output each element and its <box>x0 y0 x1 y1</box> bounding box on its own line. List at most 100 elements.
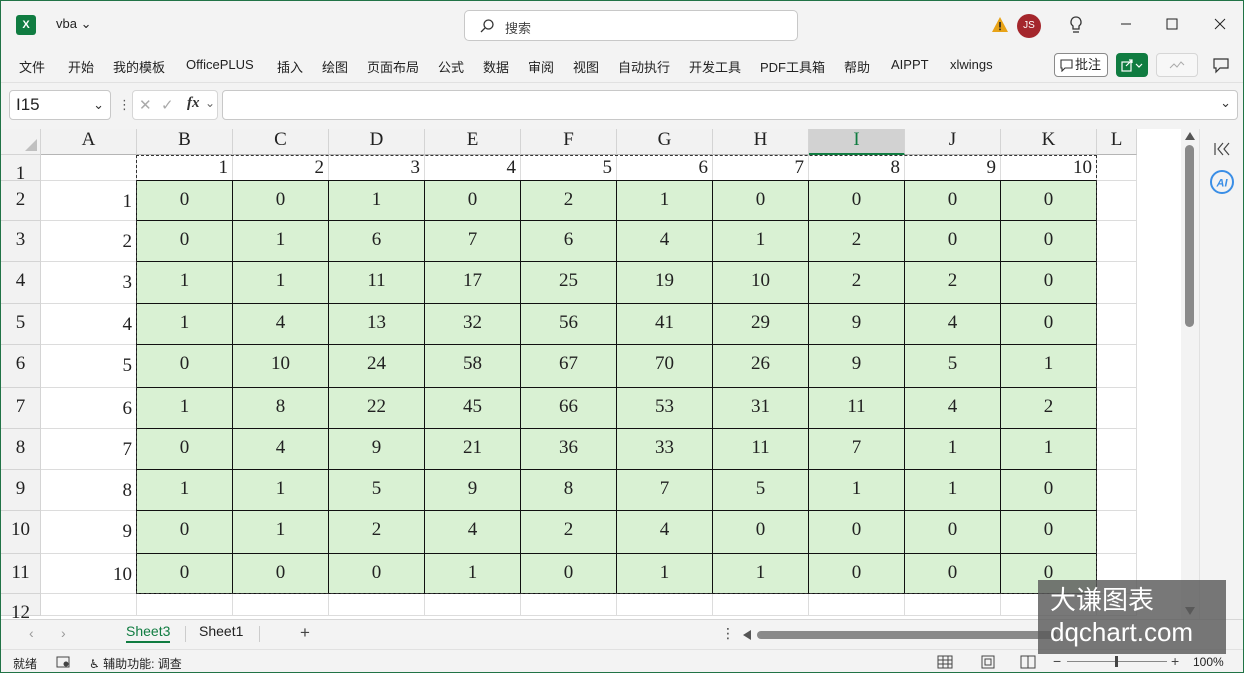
matrix-cell[interactable]: 0 <box>232 180 329 221</box>
worksheet-grid[interactable]: A B C D E F G H I J K L 1 2 3 4 5 6 7 8 9 10 11 12 1 2 3 4 5 6 7 8 9 10 1 2… <box>1 129 1181 619</box>
matrix-cell[interactable]: 1 <box>136 261 233 304</box>
row-header[interactable]: 10 <box>1 511 41 554</box>
matrix-cell[interactable]: 70 <box>616 344 713 388</box>
matrix-cell[interactable]: 9 <box>328 428 425 470</box>
matrix-cell[interactable]: 1 <box>232 469 329 511</box>
matrix-cell[interactable]: 0 <box>1000 180 1097 221</box>
row-header[interactable]: 9 <box>1 470 41 511</box>
matrix-cell[interactable]: 11 <box>712 428 809 470</box>
search-box[interactable]: 搜索 <box>464 10 798 41</box>
tab-help[interactable]: 帮助 <box>844 57 870 76</box>
matrix-cell[interactable]: 1 <box>232 510 329 554</box>
matrix-cell[interactable]: 0 <box>1000 510 1097 554</box>
matrix-cell[interactable]: 6 <box>520 220 617 262</box>
tab-file[interactable]: 文件 <box>19 57 45 76</box>
row-header[interactable]: 12 <box>1 594 41 619</box>
matrix-cell[interactable]: 1 <box>1000 428 1097 470</box>
matrix-cell[interactable]: 11 <box>328 261 425 304</box>
matrix-cell[interactable]: 1 <box>136 469 233 511</box>
matrix-cell[interactable]: 2 <box>808 261 905 304</box>
matrix-cell[interactable]: 4 <box>232 428 329 470</box>
matrix-cell[interactable]: 1 <box>232 220 329 262</box>
matrix-cell[interactable]: 2 <box>520 510 617 554</box>
column-header[interactable]: C <box>233 129 329 155</box>
macro-record-icon[interactable] <box>56 655 71 669</box>
matrix-cell[interactable]: 9 <box>424 469 521 511</box>
row-header[interactable]: 1 <box>1 155 41 184</box>
avatar[interactable]: JS <box>1017 14 1041 38</box>
matrix-cell[interactable]: 1 <box>1000 344 1097 388</box>
column-header[interactable]: D <box>329 129 425 155</box>
matrix-cell[interactable]: 6 <box>328 220 425 262</box>
cancel-icon[interactable]: ✕ <box>139 96 152 114</box>
matrix-cell[interactable]: 13 <box>328 303 425 345</box>
add-sheet-icon[interactable]: + <box>300 623 310 643</box>
column-header[interactable]: B <box>137 129 233 155</box>
matrix-cell[interactable]: 4 <box>904 387 1001 429</box>
name-box[interactable]: I15 ⌄ <box>9 90 111 120</box>
file-name-dropdown[interactable]: vba ⌄ <box>56 16 92 32</box>
matrix-cell[interactable]: 0 <box>424 180 521 221</box>
tab-aippt[interactable]: AIPPT <box>891 57 929 72</box>
matrix-cell[interactable]: 2 <box>904 261 1001 304</box>
matrix-cell[interactable]: 4 <box>904 303 1001 345</box>
horizontal-scroll-thumb[interactable] <box>757 631 1057 639</box>
zoom-out-icon[interactable]: − <box>1053 653 1061 669</box>
matrix-cell[interactable]: 5 <box>712 469 809 511</box>
matrix-cell[interactable]: 66 <box>520 387 617 429</box>
insert-function-button[interactable]: fx <box>187 95 200 112</box>
matrix-cell[interactable]: 0 <box>808 553 905 594</box>
matrix-cell[interactable]: 1 <box>712 220 809 262</box>
catchup-button[interactable] <box>1156 53 1198 77</box>
matrix-cell[interactable]: 7 <box>808 428 905 470</box>
accessibility-status[interactable]: ♿︎ 辅助功能: 调查 <box>89 655 182 672</box>
tab-home[interactable]: 开始 <box>68 57 94 76</box>
matrix-cell[interactable]: 0 <box>1000 303 1097 345</box>
matrix-cell[interactable]: 1 <box>616 553 713 594</box>
grid-cell[interactable]: 1 <box>137 155 233 181</box>
ai-assistant-icon[interactable]: AI <box>1209 169 1235 195</box>
matrix-cell[interactable]: 0 <box>520 553 617 594</box>
matrix-cell[interactable]: 8 <box>232 387 329 429</box>
matrix-cell[interactable]: 0 <box>136 428 233 470</box>
matrix-cell[interactable]: 9 <box>808 344 905 388</box>
tab-pdf-tools[interactable]: PDF工具箱 <box>760 57 825 76</box>
grid-cell[interactable]: 3 <box>329 155 425 181</box>
column-header[interactable]: L <box>1097 129 1137 155</box>
page-break-view-icon[interactable] <box>1020 655 1036 669</box>
grid-cell[interactable] <box>713 594 809 616</box>
matrix-cell[interactable]: 32 <box>424 303 521 345</box>
select-all-corner[interactable] <box>1 129 41 155</box>
row-header[interactable]: 8 <box>1 429 41 470</box>
matrix-cell[interactable]: 4 <box>616 510 713 554</box>
matrix-cell[interactable]: 2 <box>1000 387 1097 429</box>
matrix-cell[interactable]: 33 <box>616 428 713 470</box>
grid-cell[interactable]: 3 <box>41 262 137 304</box>
grid-cell[interactable]: 9 <box>41 511 137 554</box>
matrix-cell[interactable]: 19 <box>616 261 713 304</box>
matrix-cell[interactable]: 1 <box>712 553 809 594</box>
matrix-cell[interactable]: 24 <box>328 344 425 388</box>
matrix-cell[interactable]: 0 <box>904 180 1001 221</box>
matrix-cell[interactable]: 8 <box>520 469 617 511</box>
matrix-cell[interactable]: 1 <box>904 469 1001 511</box>
more-options-icon[interactable]: ⋮ <box>721 625 735 642</box>
row-header[interactable]: 6 <box>1 345 41 388</box>
tab-xlwings[interactable]: xlwings <box>950 57 993 72</box>
grid-cell[interactable] <box>905 594 1001 616</box>
matrix-cell[interactable]: 0 <box>808 510 905 554</box>
grid-cell[interactable] <box>1097 262 1137 304</box>
tab-review[interactable]: 审阅 <box>528 57 554 76</box>
grid-cell[interactable] <box>1097 304 1137 345</box>
collapse-pane-icon[interactable] <box>1212 141 1232 157</box>
matrix-cell[interactable]: 0 <box>136 180 233 221</box>
matrix-cell[interactable]: 67 <box>520 344 617 388</box>
zoom-level[interactable]: 100% <box>1193 655 1224 669</box>
tab-draw[interactable]: 绘图 <box>322 57 348 76</box>
matrix-cell[interactable]: 0 <box>808 180 905 221</box>
grid-cell[interactable] <box>1097 511 1137 554</box>
copilot-icon[interactable] <box>1211 56 1231 76</box>
row-header[interactable]: 11 <box>1 554 41 594</box>
matrix-cell[interactable]: 31 <box>712 387 809 429</box>
grid-cell[interactable] <box>1097 221 1137 262</box>
